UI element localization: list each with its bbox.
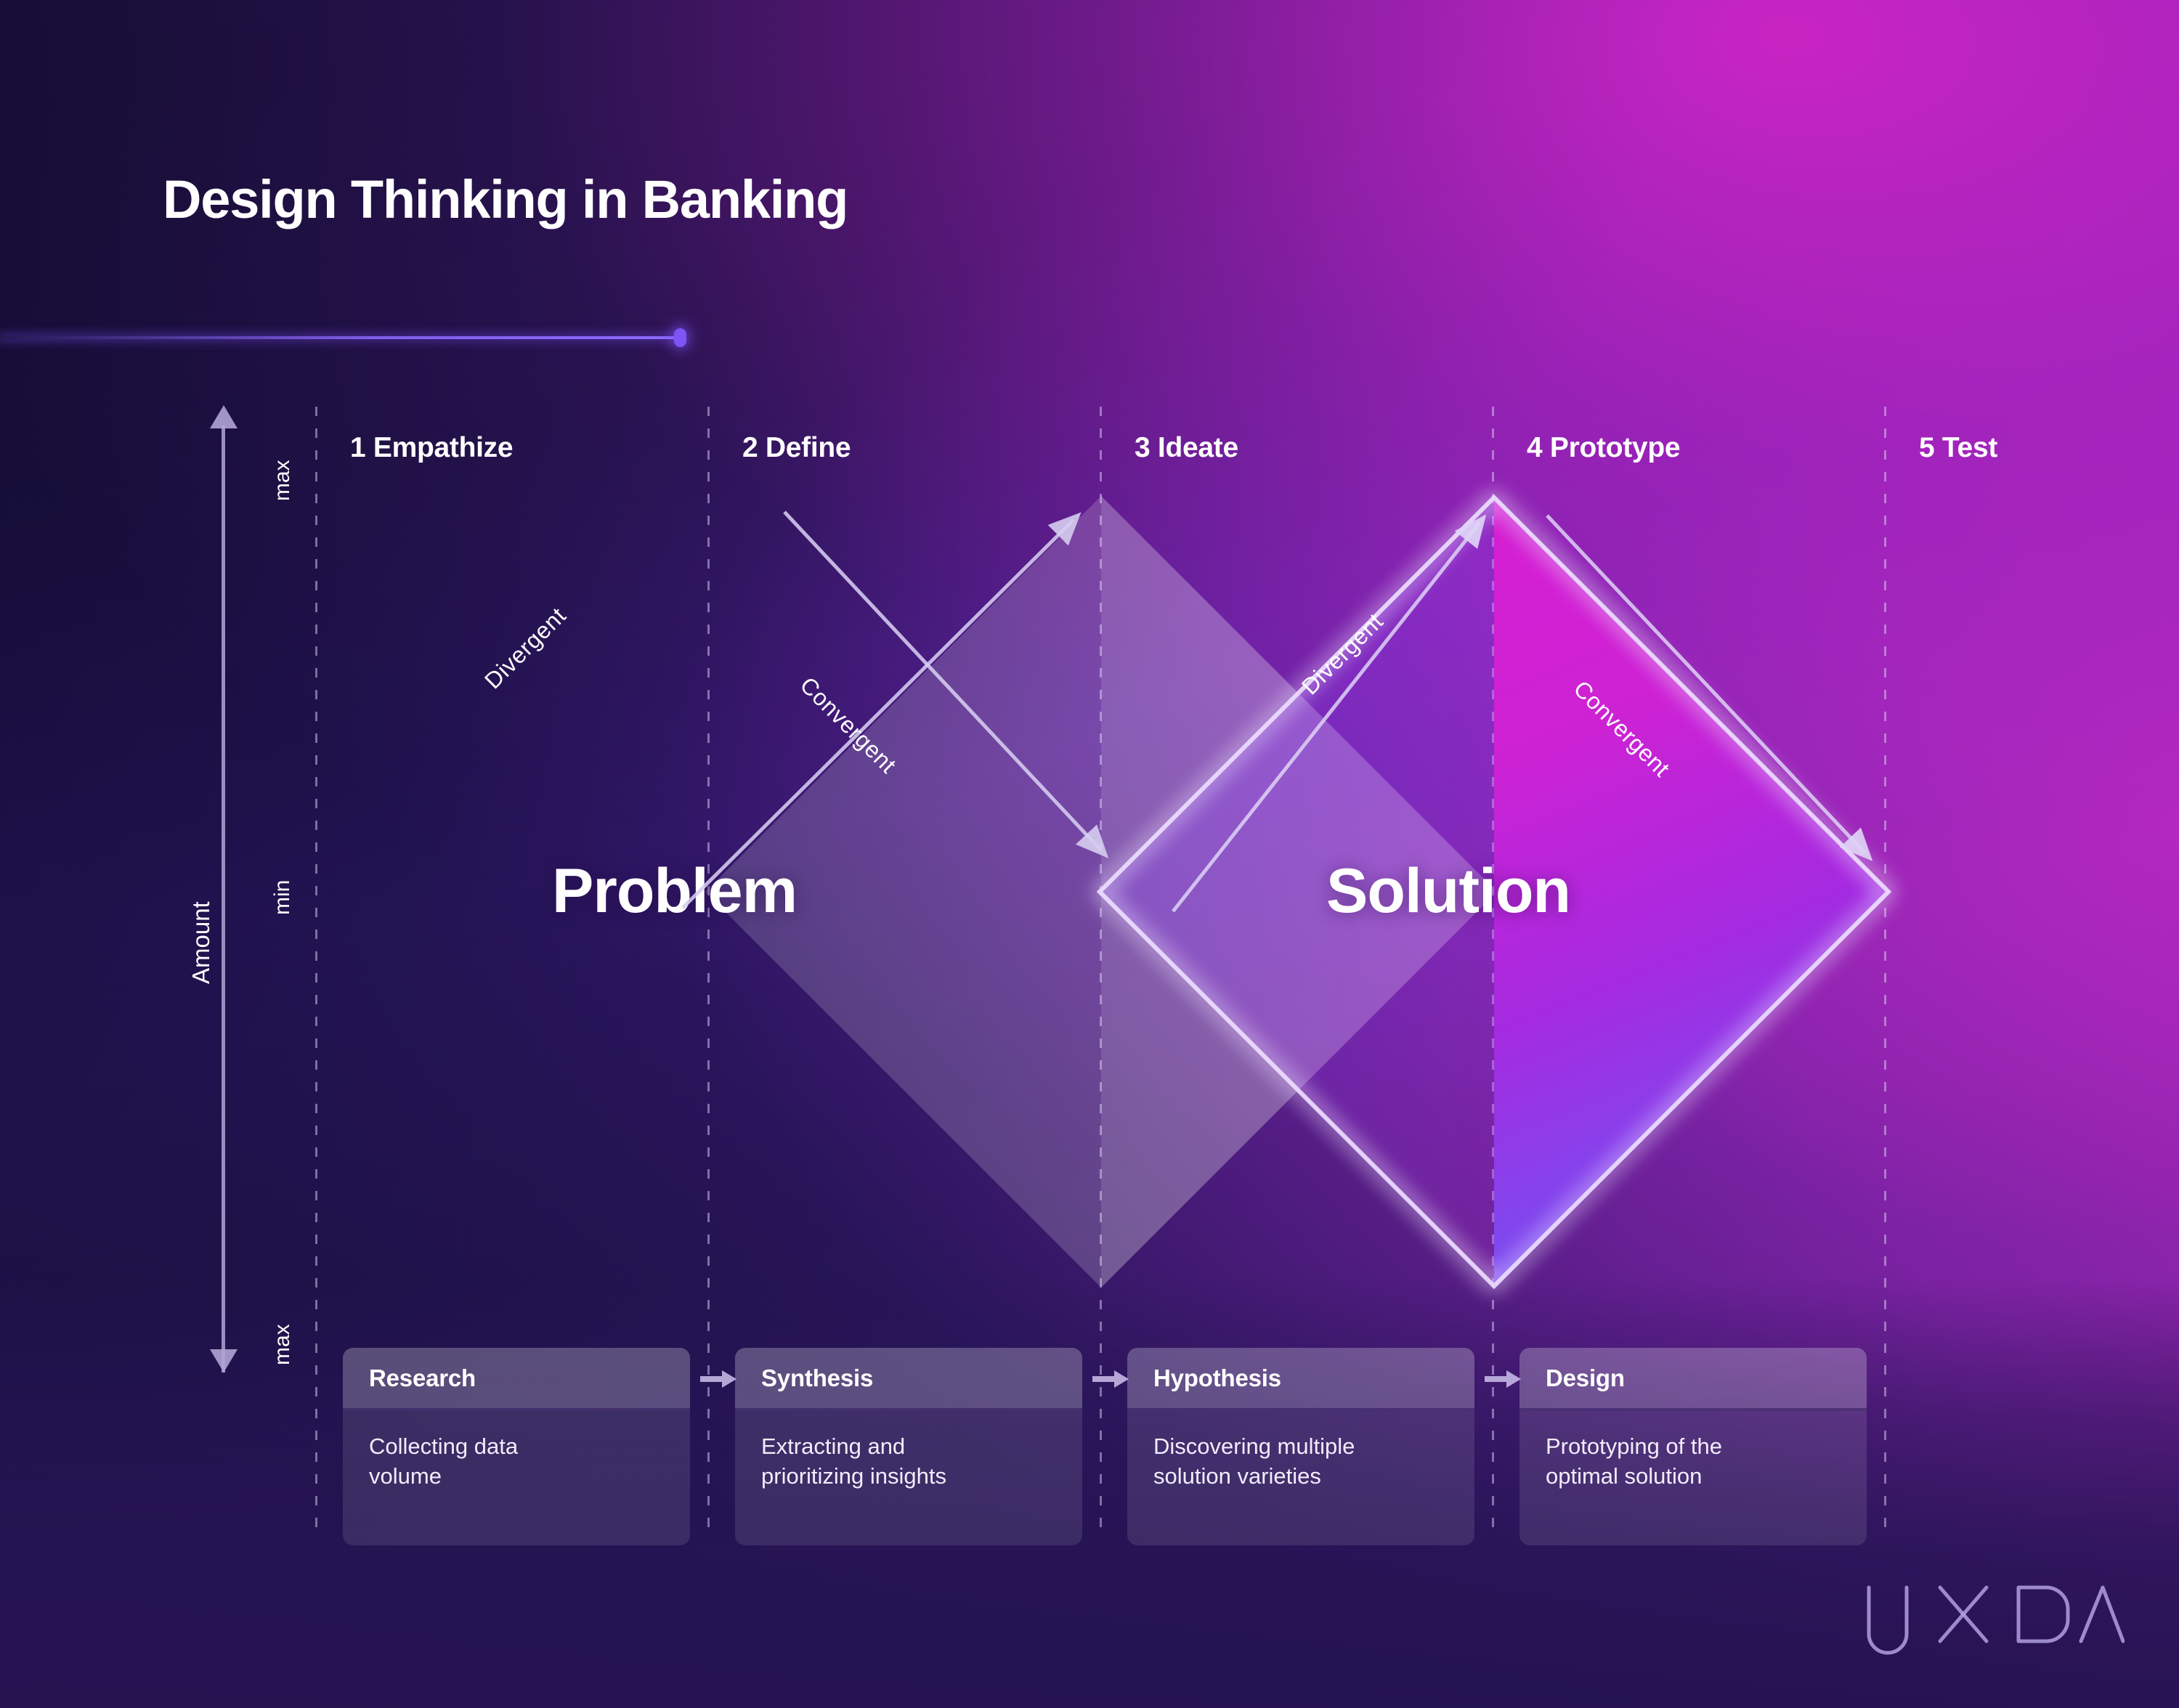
gridline-stage-1 [315, 407, 317, 1531]
card-body-text: Extracting and prioritizing insights [761, 1434, 946, 1489]
card-connector-arrow-1-icon [700, 1370, 737, 1388]
stage-label-2-define: 2 Define [742, 432, 851, 463]
card-body-text: Discovering multiple solution varieties [1153, 1434, 1355, 1489]
card-synthesis[interactable]: Synthesis Extracting and prioritizing in… [735, 1348, 1082, 1545]
card-header: Design [1519, 1348, 1867, 1411]
stage-label-3-ideate: 3 Ideate [1135, 432, 1238, 463]
card-header-text: Hypothesis [1153, 1364, 1281, 1391]
card-header-text: Design [1546, 1364, 1625, 1391]
y-axis-arrow-up-icon [210, 405, 238, 428]
card-hypothesis[interactable]: Hypothesis Discovering multiple solution… [1127, 1348, 1474, 1545]
card-header: Synthesis [735, 1348, 1082, 1411]
card-body: Collecting data volume [343, 1411, 690, 1491]
y-axis-tick-max-top: max [270, 460, 294, 501]
y-axis-title: Amount [187, 901, 214, 984]
page-title: Design Thinking in Banking [163, 169, 848, 229]
card-header-text: Research [369, 1364, 476, 1391]
card-connector-arrow-3-icon [1485, 1370, 1521, 1388]
y-axis-line [222, 425, 225, 1372]
card-body: Prototyping of the optimal solution [1519, 1411, 1867, 1491]
stage-label-4-prototype: 4 Prototype [1527, 432, 1681, 463]
card-body: Extracting and prioritizing insights [735, 1411, 1082, 1491]
solution-divergent-arrow-icon [1172, 514, 1487, 913]
card-header-text: Synthesis [761, 1364, 874, 1391]
stage-label-1-empathize: 1 Empathize [350, 432, 514, 463]
y-axis-tick-min: min [270, 879, 294, 915]
card-body-text: Prototyping of the optimal solution [1546, 1434, 1722, 1489]
card-connector-arrow-2-icon [1092, 1370, 1129, 1388]
accent-dot [674, 328, 686, 347]
card-body-text: Collecting data volume [369, 1434, 519, 1489]
card-header: Research [343, 1348, 690, 1411]
y-axis-tick-max-bottom: max [270, 1324, 294, 1365]
y-axis-arrow-down-icon [210, 1349, 238, 1372]
uxda-logo [1863, 1582, 2125, 1665]
card-design[interactable]: Design Prototyping of the optimal soluti… [1519, 1348, 1867, 1545]
card-header: Hypothesis [1127, 1348, 1474, 1411]
card-body: Discovering multiple solution varieties [1127, 1411, 1474, 1491]
card-research[interactable]: Research Collecting data volume [343, 1348, 690, 1545]
accent-line [0, 336, 679, 339]
stage-label-5-test: 5 Test [1919, 432, 1998, 463]
